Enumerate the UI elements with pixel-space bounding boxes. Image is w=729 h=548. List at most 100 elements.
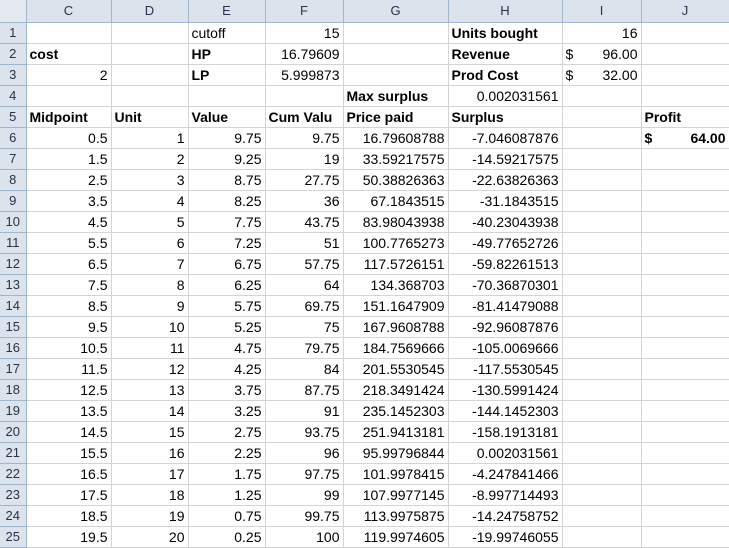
cell[interactable] — [562, 190, 642, 212]
cell[interactable]: 2.75 — [188, 421, 266, 443]
cell[interactable]: -49.77652726 — [448, 232, 563, 254]
cell[interactable]: 101.9978415 — [343, 463, 449, 485]
cell[interactable]: 184.7569666 — [343, 337, 449, 359]
row-header[interactable]: 7 — [0, 148, 27, 170]
cell[interactable]: 16.79608788 — [343, 127, 449, 149]
cell[interactable]: 8.5 — [26, 295, 112, 317]
cell[interactable]: Surplus — [448, 106, 563, 128]
cell[interactable]: 8.75 — [188, 169, 266, 191]
cell[interactable]: 100.7765273 — [343, 232, 449, 254]
cell[interactable]: 96 — [265, 442, 344, 464]
cell[interactable]: 91 — [265, 400, 344, 422]
column-header[interactable]: H — [448, 0, 563, 23]
cell[interactable] — [111, 64, 189, 86]
cell[interactable]: 79.75 — [265, 337, 344, 359]
cell[interactable]: 10 — [111, 316, 189, 338]
cell[interactable]: 5.999873 — [265, 64, 344, 86]
row-header[interactable]: 8 — [0, 169, 27, 191]
cell[interactable]: -81.41479088 — [448, 295, 563, 317]
cell[interactable]: 3.25 — [188, 400, 266, 422]
row-header[interactable]: 4 — [0, 85, 27, 107]
row-header[interactable]: 9 — [0, 190, 27, 212]
cell[interactable]: 9.5 — [26, 316, 112, 338]
cell[interactable]: 2.25 — [188, 442, 266, 464]
cell[interactable]: 8 — [111, 274, 189, 296]
cell[interactable] — [641, 85, 729, 107]
cell[interactable]: 1 — [111, 127, 189, 149]
cell[interactable]: 113.9975875 — [343, 505, 449, 527]
cell[interactable]: 2 — [26, 64, 112, 86]
cell[interactable] — [562, 169, 642, 191]
cell[interactable]: Revenue — [448, 43, 563, 65]
column-header[interactable]: J — [641, 0, 729, 23]
cell[interactable]: 5 — [111, 211, 189, 233]
cell[interactable]: 10.5 — [26, 337, 112, 359]
cell[interactable]: 201.5530545 — [343, 358, 449, 380]
cell[interactable]: 15 — [265, 22, 344, 44]
cell[interactable] — [641, 358, 729, 380]
cell[interactable]: 4.25 — [188, 358, 266, 380]
cell[interactable] — [641, 295, 729, 317]
row-header[interactable]: 2 — [0, 43, 27, 65]
row-header[interactable]: 17 — [0, 358, 27, 380]
cell[interactable]: 17.5 — [26, 484, 112, 506]
cell[interactable]: -19.99746055 — [448, 526, 563, 548]
cell[interactable]: 97.75 — [265, 463, 344, 485]
row-header[interactable]: 3 — [0, 64, 27, 86]
cell[interactable]: 3.75 — [188, 379, 266, 401]
row-header[interactable]: 18 — [0, 379, 27, 401]
cell[interactable]: 83.98043938 — [343, 211, 449, 233]
cell[interactable]: 117.5726151 — [343, 253, 449, 275]
cell[interactable]: 100 — [265, 526, 344, 548]
cell[interactable] — [343, 64, 449, 86]
column-header[interactable]: D — [111, 0, 189, 23]
cell[interactable]: 218.3491424 — [343, 379, 449, 401]
cell[interactable] — [641, 274, 729, 296]
cell[interactable]: 27.75 — [265, 169, 344, 191]
cell[interactable]: 6.25 — [188, 274, 266, 296]
cell[interactable]: 3.5 — [26, 190, 112, 212]
cell[interactable] — [562, 127, 642, 149]
cell[interactable]: 13.5 — [26, 400, 112, 422]
cell[interactable]: 0.75 — [188, 505, 266, 527]
cell[interactable]: Max surplus — [343, 85, 449, 107]
cell[interactable]: 2.5 — [26, 169, 112, 191]
cell[interactable]: Value — [188, 106, 266, 128]
cell[interactable]: 5.75 — [188, 295, 266, 317]
cell[interactable] — [562, 421, 642, 443]
cell[interactable]: 20 — [111, 526, 189, 548]
cell[interactable]: 19 — [265, 148, 344, 170]
cell[interactable]: Prod Cost — [448, 64, 563, 86]
row-header[interactable]: 24 — [0, 505, 27, 527]
cell[interactable] — [641, 190, 729, 212]
column-header[interactable]: F — [265, 0, 344, 23]
row-header[interactable]: 11 — [0, 232, 27, 254]
cell[interactable] — [562, 505, 642, 527]
cell[interactable] — [111, 43, 189, 65]
cell[interactable] — [562, 253, 642, 275]
cell[interactable]: 75 — [265, 316, 344, 338]
cell[interactable]: -117.5530545 — [448, 358, 563, 380]
cell[interactable]: cost — [26, 43, 112, 65]
cell[interactable]: 251.9413181 — [343, 421, 449, 443]
cell[interactable]: Midpoint — [26, 106, 112, 128]
cell[interactable]: Units bought — [448, 22, 563, 44]
cell[interactable]: 16 — [111, 442, 189, 464]
cell[interactable]: 4.75 — [188, 337, 266, 359]
cell[interactable]: 18 — [111, 484, 189, 506]
row-header[interactable]: 22 — [0, 463, 27, 485]
cell[interactable]: 6 — [111, 232, 189, 254]
row-header[interactable]: 23 — [0, 484, 27, 506]
column-header[interactable]: I — [562, 0, 642, 23]
cell[interactable]: Profit — [641, 106, 729, 128]
cell[interactable]: 1.75 — [188, 463, 266, 485]
cell[interactable] — [265, 85, 344, 107]
cell[interactable] — [562, 274, 642, 296]
cell[interactable]: $96.00 — [562, 43, 642, 65]
cell[interactable] — [562, 526, 642, 548]
cell[interactable]: 17 — [111, 463, 189, 485]
cell[interactable]: 84 — [265, 358, 344, 380]
cell[interactable]: -144.1452303 — [448, 400, 563, 422]
cell[interactable]: 107.9977145 — [343, 484, 449, 506]
cell[interactable] — [562, 232, 642, 254]
